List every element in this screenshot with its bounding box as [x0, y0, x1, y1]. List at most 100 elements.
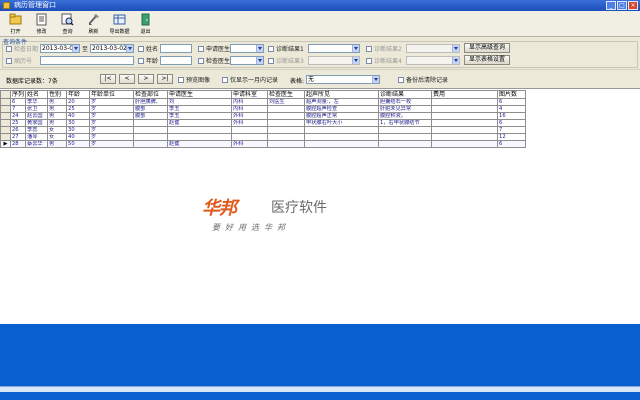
table-cell[interactable]: 25 [66, 105, 91, 113]
table-cell[interactable]: 6 [497, 98, 527, 106]
column-header[interactable]: 姓名 [25, 90, 49, 99]
age-filter-checkbox[interactable]: 年龄 [138, 56, 158, 65]
table-cell[interactable]: 6 [9, 98, 27, 106]
column-header[interactable]: 图片数 [497, 90, 527, 99]
table-cell[interactable]: 胆囊结石一枚 [378, 98, 433, 106]
apply-doctor-filter-checkbox[interactable]: 申请医生 [198, 44, 230, 53]
column-header[interactable]: 申请科室 [231, 90, 269, 99]
table-cell[interactable] [231, 126, 269, 134]
table-cell[interactable]: 30 [66, 119, 91, 127]
table-cell[interactable] [133, 119, 169, 127]
column-header[interactable]: 申请医生 [167, 90, 233, 99]
table-cell[interactable]: 赵健 [167, 119, 233, 127]
table-row[interactable]: 25 黄家国男 30 岁 赵健 外科 甲状腺右叶大小 1，右甲状腺结节 6 [0, 119, 527, 127]
name-input[interactable] [160, 44, 192, 53]
table-cell[interactable]: 岁 [89, 133, 135, 141]
row-indicator[interactable] [0, 112, 11, 120]
maximize-button[interactable]: □ [617, 1, 627, 10]
diag-result3-select[interactable] [308, 56, 360, 65]
preview-image-checkbox[interactable]: 预览图像 [178, 75, 210, 84]
table-cell[interactable] [431, 140, 499, 148]
backup-clear-checkbox[interactable]: 备份后清除记录 [398, 75, 448, 84]
row-indicator[interactable] [0, 133, 11, 141]
search-button[interactable]: 查询 [56, 11, 79, 37]
table-cell[interactable] [267, 105, 306, 113]
table-cell[interactable] [267, 133, 306, 141]
table-cell[interactable]: 25 [9, 119, 27, 127]
case-no-input[interactable] [40, 56, 134, 65]
column-header[interactable]: 年龄 [66, 90, 91, 99]
table-cell[interactable] [431, 98, 499, 106]
table-cell[interactable]: 赵云国 [25, 112, 49, 120]
exit-button[interactable]: 退出 [134, 11, 157, 37]
date-to-input[interactable]: 2013-03-02 [90, 44, 134, 53]
row-indicator[interactable] [0, 126, 11, 134]
table-cell[interactable]: 1，右甲状腺结节 [378, 119, 433, 127]
table-cell[interactable]: 外科 [231, 119, 269, 127]
table-cell[interactable]: 岁 [89, 112, 135, 120]
table-cell[interactable]: 刘 [167, 98, 233, 106]
diag-result4-checkbox[interactable]: 诊断结果4 [366, 56, 402, 65]
table-cell[interactable]: 40 [66, 133, 91, 141]
edit-button[interactable]: 修改 [30, 11, 53, 37]
table-cell[interactable]: 7 [9, 105, 27, 113]
date-from-input[interactable]: 2013-03-02 [40, 44, 80, 53]
table-cell[interactable]: 男 [47, 119, 68, 127]
table-cell[interactable] [167, 126, 233, 134]
table-cell[interactable]: 男 [47, 98, 68, 106]
column-header[interactable]: 性别 [47, 90, 68, 99]
table-cell[interactable]: 女 [47, 133, 68, 141]
table-cell[interactable]: 李华 [25, 98, 49, 106]
table-cell[interactable]: 腹部 [133, 112, 169, 120]
table-row[interactable]: 26 李蕊女 30 岁 7 [0, 126, 527, 134]
table-cell[interactable]: 28 [9, 140, 27, 148]
table-cell[interactable]: 男 [47, 140, 68, 148]
diag-result1-select[interactable] [308, 44, 360, 53]
row-indicator[interactable] [0, 105, 11, 113]
table-cell[interactable]: 肝脏未见异常 [378, 105, 433, 113]
diag-result3-checkbox[interactable]: 诊断结果3 [268, 56, 304, 65]
table-cell[interactable]: 6 [497, 119, 527, 127]
column-header[interactable]: 检查部位 [133, 90, 169, 99]
prev-record-button[interactable]: < [119, 74, 135, 84]
column-header[interactable]: 序列 [9, 90, 27, 99]
column-header[interactable]: 超声所见 [304, 90, 380, 99]
show-advanced-query-button[interactable]: 显示高级查询 [464, 43, 510, 53]
first-record-button[interactable]: |< [100, 74, 116, 84]
table-cell[interactable]: 24 [9, 112, 27, 120]
table-cell[interactable]: 6 [497, 140, 527, 148]
next-record-button[interactable]: > [138, 74, 154, 84]
table-cell[interactable]: 甲状腺右叶大小 [304, 119, 380, 127]
table-cell[interactable]: 7 [497, 126, 527, 134]
table-cell[interactable] [267, 126, 306, 134]
table-cell[interactable] [304, 140, 380, 148]
open-button[interactable]: 打开 [4, 11, 27, 37]
table-cell[interactable]: 4 [497, 105, 527, 113]
column-header[interactable]: 年龄单位 [89, 90, 135, 99]
table-cell[interactable]: 腹部 [133, 105, 169, 113]
table-cell[interactable] [378, 140, 433, 148]
table-cell[interactable]: 蔡云华 [25, 140, 49, 148]
table-cell[interactable] [431, 126, 499, 134]
table-cell[interactable]: 20 [66, 98, 91, 106]
table-cell[interactable] [378, 133, 433, 141]
table-cell[interactable]: 26 [9, 126, 27, 134]
table-cell[interactable]: 李蕊 [25, 126, 49, 134]
diag-result2-select[interactable] [406, 44, 460, 53]
table-row[interactable]: 27 潘琴女 40 岁 12 [0, 133, 527, 141]
refresh-button[interactable]: 刷新 [82, 11, 105, 37]
table-row[interactable]: ▶ 28 蔡云华男 50 岁 赵健 外科 6 [0, 140, 527, 148]
column-header[interactable]: 诊断结果 [378, 90, 433, 99]
table-cell[interactable]: 女 [47, 126, 68, 134]
table-cell[interactable]: 岁 [89, 105, 135, 113]
table-cell[interactable]: 肝胆胰脾、 [133, 98, 169, 106]
table-row[interactable]: 6 李华男 20 岁肝胆胰脾、刘内科 刘医生 超声测量:，左 胆囊结石一枚 6 [0, 98, 527, 106]
check-doctor-filter-checkbox[interactable]: 检查医生 [198, 56, 230, 65]
show-table-settings-button[interactable]: 显示表格设置 [464, 55, 510, 65]
table-cell[interactable] [167, 133, 233, 141]
table-cell[interactable]: 岁 [89, 140, 135, 148]
table-cell[interactable]: 潘琴 [25, 133, 49, 141]
horizontal-scrollbar[interactable] [0, 386, 640, 392]
table-cell[interactable] [133, 126, 169, 134]
table-cell[interactable] [231, 133, 269, 141]
